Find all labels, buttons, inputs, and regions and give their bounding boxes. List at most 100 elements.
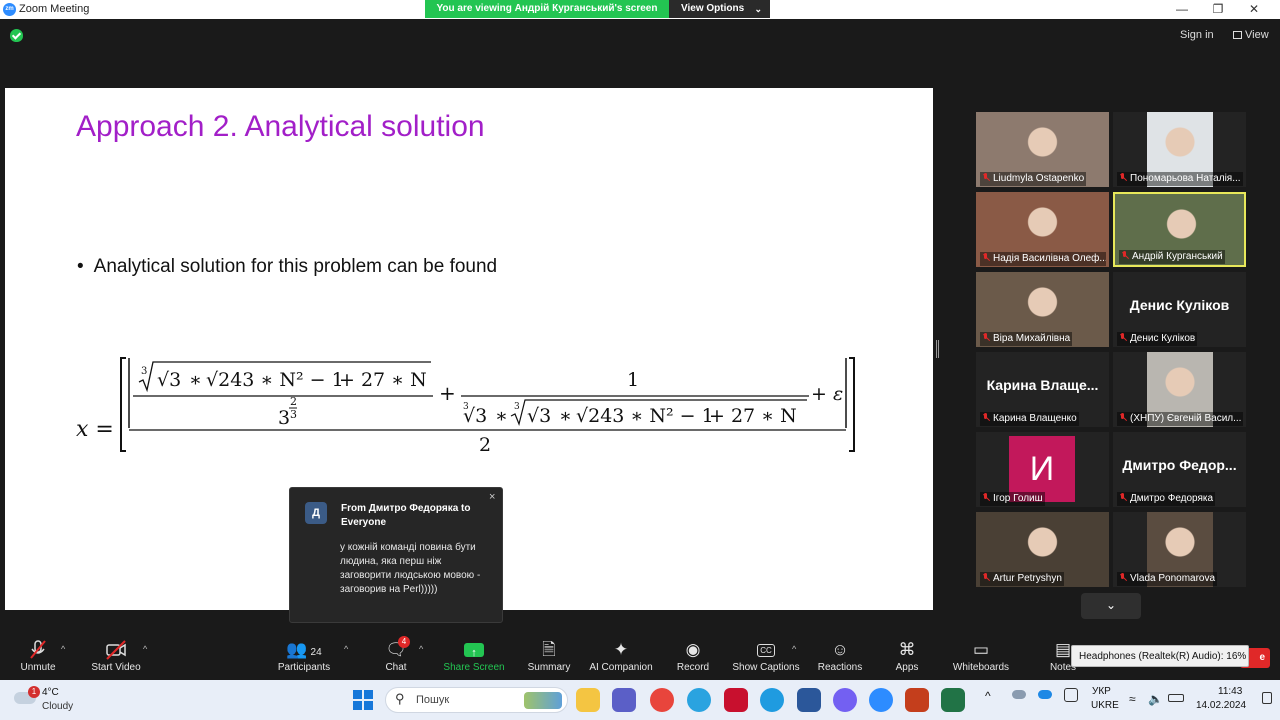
start-video-button[interactable]: Start Video: [88, 638, 144, 678]
participant-tile[interactable]: И Ігор Голиш: [976, 432, 1109, 507]
powerpoint-icon[interactable]: [905, 688, 929, 712]
encryption-shield-icon[interactable]: [10, 29, 23, 42]
chrome-icon[interactable]: [650, 688, 674, 712]
zoom-taskbar-icon[interactable]: [869, 688, 893, 712]
den-plus-term-2: + 27 ∗ N: [709, 405, 797, 427]
participant-display-name: Денис Куліков: [1129, 297, 1230, 313]
view-options-button[interactable]: View Options ⌄: [669, 0, 770, 18]
second-numerator-one: 1: [627, 369, 639, 391]
participant-tile[interactable]: Liudmyla Ostapenko: [976, 112, 1109, 187]
onedrive-icon[interactable]: [1012, 690, 1026, 699]
telegram-icon[interactable]: [687, 688, 711, 712]
record-label: Record: [676, 662, 710, 673]
video-options-caret-icon[interactable]: ^: [143, 644, 147, 654]
participant-name: Денис Куліков: [1117, 332, 1198, 346]
teams-icon[interactable]: [612, 688, 636, 712]
clock-time[interactable]: 11:43: [1218, 686, 1242, 697]
taskbar-search[interactable]: ⚲ Пошук: [385, 687, 568, 713]
participant-tile[interactable]: Vlada Ponomarova: [1113, 512, 1246, 587]
ai-companion-button[interactable]: ✦ AI Companion: [586, 638, 656, 678]
battery-icon[interactable]: [1168, 694, 1184, 702]
den-inner-sqrt-2: √243 ∗ N² − 1: [576, 405, 714, 427]
captions-icon: CC: [731, 638, 801, 662]
maximize-button[interactable]: ❐: [1200, 0, 1236, 19]
participant-name: Ігор Голиш: [980, 492, 1045, 506]
minimize-button[interactable]: —: [1164, 0, 1200, 19]
wifi-icon[interactable]: ≈: [1129, 692, 1136, 706]
window-title: Zoom Meeting: [19, 3, 90, 15]
windows-taskbar: 1 4°C Cloudy ⚲ Пошук ^ УКР UKRE ≈ 🔈 11:4…: [0, 680, 1280, 720]
view-options-label: View Options: [681, 3, 745, 14]
den-sqrt3-3: √3: [527, 405, 551, 427]
keyboard-language-top[interactable]: УКР: [1092, 686, 1111, 697]
whiteboards-button[interactable]: ▭ Whiteboards: [949, 638, 1013, 678]
close-icon[interactable]: ×: [489, 491, 495, 503]
weather-badge: 1: [28, 686, 40, 698]
captions-caret-icon[interactable]: ^: [792, 644, 796, 654]
audio-options-caret-icon[interactable]: ^: [61, 644, 65, 654]
muted-mic-icon: [982, 253, 989, 262]
chat-caret-icon[interactable]: ^: [419, 644, 423, 654]
participant-tile[interactable]: Надія Василівна Олеф...: [976, 192, 1109, 267]
participant-name: Андрій Курганський: [1119, 250, 1225, 264]
apps-button[interactable]: ⌘ Apps: [890, 638, 924, 678]
participant-tile[interactable]: Карина Влаще... Карина Влащенко: [976, 352, 1109, 427]
participant-name: Карина Влащенко: [980, 412, 1079, 426]
apps-icon: ⌘: [898, 640, 916, 659]
viewing-screen-banner: You are viewing Андрій Курганський's scr…: [425, 0, 669, 18]
den-sqrt3-2: √3: [463, 405, 487, 427]
file-explorer-icon[interactable]: [576, 688, 600, 712]
participant-tile[interactable]: Денис Куліков Денис Куліков: [1113, 272, 1246, 347]
participant-name: Надія Василівна Олеф...: [980, 252, 1106, 266]
gallery-next-button[interactable]: ⌄: [1081, 593, 1141, 619]
volume-icon[interactable]: 🔈: [1148, 692, 1163, 706]
participant-tile[interactable]: Дмитро Федор... Дмитро Федоряка: [1113, 432, 1246, 507]
mcafee-icon[interactable]: [724, 688, 748, 712]
muted-mic-icon: [982, 493, 989, 502]
onedrive-blue-icon[interactable]: [1038, 690, 1052, 699]
formula-lhs: x =: [76, 417, 114, 442]
show-captions-button[interactable]: CC Show Captions: [731, 638, 801, 678]
chat-sender: From Дмитро Федоряка to Everyone: [341, 503, 471, 528]
keyboard-language-bottom[interactable]: UKRE: [1091, 700, 1119, 711]
excel-icon[interactable]: [941, 688, 965, 712]
slide-title: Approach 2. Analytical solution: [76, 110, 485, 143]
sign-in-button[interactable]: Sign in: [1180, 29, 1214, 41]
muted-mic-icon: [982, 413, 989, 422]
tray-overflow-icon[interactable]: ^: [985, 689, 991, 703]
avatar: Д: [305, 502, 327, 524]
pen-menu-icon[interactable]: [1064, 688, 1078, 702]
apps-label: Apps: [895, 662, 919, 673]
clock-date[interactable]: 14.02.2024: [1196, 700, 1246, 711]
close-window-button[interactable]: ✕: [1236, 0, 1272, 19]
participants-button[interactable]: 👥 24 Participants: [273, 638, 335, 678]
participant-tile[interactable]: Віра Михайлівна: [976, 272, 1109, 347]
viber-icon[interactable]: [833, 688, 857, 712]
participant-tile[interactable]: Пономарьова Наталія...: [1113, 112, 1246, 187]
chat-notification[interactable]: Д From Дмитро Федоряка to Everyone у кож…: [289, 487, 503, 623]
muted-mic-icon: [982, 333, 989, 342]
record-button[interactable]: ◉ Record: [673, 638, 713, 678]
edge-icon[interactable]: [760, 688, 784, 712]
view-button[interactable]: View: [1233, 29, 1269, 41]
participant-tile[interactable]: Андрій Курганський: [1113, 192, 1246, 267]
share-screen-button[interactable]: Share Screen: [442, 638, 506, 678]
panel-resize-handle[interactable]: [936, 340, 939, 358]
unmute-button[interactable]: Unmute: [16, 638, 60, 678]
participant-tile[interactable]: Artur Petryshyn: [976, 512, 1109, 587]
participants-caret-icon[interactable]: ^: [344, 644, 348, 654]
word-icon[interactable]: [797, 688, 821, 712]
analytical-formula: x = 3 √3 ∗ √243 ∗ N² − 1 + 27 ∗ N 3 2 3 …: [76, 357, 855, 456]
participant-name: Віра Михайлівна: [980, 332, 1073, 346]
search-highlight-image: [524, 692, 562, 709]
num-inner-sqrt-1: √243 ∗ N² − 1: [206, 369, 344, 391]
unmute-label: Unmute: [20, 662, 56, 673]
reactions-button[interactable]: ☺ Reactions: [816, 638, 864, 678]
participants-icon: 👥 24: [286, 640, 322, 659]
weather-temperature: 4°C: [42, 687, 59, 698]
summary-button[interactable]: 🗎 Summary: [524, 638, 574, 678]
start-button[interactable]: [353, 690, 373, 710]
participants-count: 24: [310, 647, 322, 658]
notifications-icon[interactable]: [1262, 692, 1272, 704]
participant-tile[interactable]: (ХНПУ) Євгеній Васил...: [1113, 352, 1246, 427]
